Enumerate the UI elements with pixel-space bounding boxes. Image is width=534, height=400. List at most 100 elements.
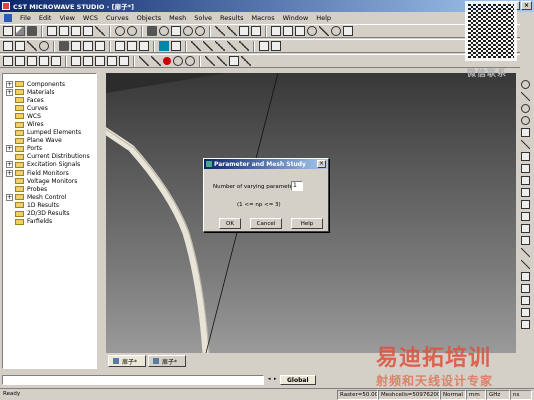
spline-icon[interactable]: [205, 56, 215, 66]
expand-toggle[interactable]: +: [6, 169, 13, 177]
trim-tool-icon[interactable]: [521, 212, 530, 221]
menu-solve[interactable]: Solve: [190, 14, 216, 22]
menu-help[interactable]: Help: [312, 14, 335, 22]
expand-toggle[interactable]: +: [6, 161, 13, 169]
wcs-align-icon[interactable]: [271, 41, 281, 51]
tree-item[interactable]: Faces: [3, 96, 96, 104]
scale-tool-icon[interactable]: [521, 248, 530, 257]
chamfer-tool-icon[interactable]: [521, 308, 530, 317]
split-tool-icon[interactable]: [521, 284, 530, 293]
spline-tool-icon[interactable]: [521, 152, 530, 161]
tree-item[interactable]: + Materials: [3, 88, 96, 96]
expand-toggle[interactable]: +: [6, 145, 13, 153]
cut-icon[interactable]: [59, 26, 69, 36]
brick-icon[interactable]: [147, 26, 157, 36]
align-icon[interactable]: [15, 56, 25, 66]
tree-item[interactable]: Farfields: [3, 218, 96, 226]
rotate-tool-icon[interactable]: [521, 260, 530, 269]
chamfer-icon[interactable]: [51, 56, 61, 66]
tab-3d-view[interactable]: 扉子*: [108, 355, 147, 367]
mirror-tool-icon[interactable]: [521, 236, 530, 245]
tree-item[interactable]: 2D/3D Results: [3, 210, 96, 218]
ok-button[interactable]: OK: [219, 218, 241, 229]
boolean-subtract-icon[interactable]: [251, 26, 261, 36]
frequency-icon[interactable]: [115, 41, 125, 51]
tree-item[interactable]: Wires: [3, 120, 96, 129]
view-top-icon[interactable]: [295, 26, 305, 36]
menu-file[interactable]: File: [16, 14, 35, 22]
join-tool-icon[interactable]: [521, 272, 530, 281]
fillet-tool-icon[interactable]: [521, 296, 530, 305]
anchor-icon[interactable]: [241, 56, 251, 66]
wire-icon[interactable]: [3, 41, 13, 51]
polygon-tool-icon[interactable]: [521, 140, 530, 149]
symmetry-icon[interactable]: [95, 41, 105, 51]
tree-item[interactable]: Plane Wave: [3, 137, 96, 145]
zoom-icon[interactable]: [331, 26, 341, 36]
solver-params-icon[interactable]: [171, 41, 181, 51]
varying-parameters-input[interactable]: 1: [291, 181, 303, 191]
draw-line-icon[interactable]: [139, 56, 149, 66]
paste-icon[interactable]: [83, 26, 93, 36]
line-icon[interactable]: [27, 41, 37, 51]
menu-results[interactable]: Results: [216, 14, 247, 22]
cancel-button[interactable]: Cancel: [250, 218, 282, 229]
tree-item[interactable]: Curves: [3, 104, 96, 112]
help-button[interactable]: Help: [291, 218, 323, 229]
tree-item[interactable]: + Field Monitors: [3, 169, 96, 177]
view-side-icon[interactable]: [283, 26, 293, 36]
mesh-view-icon[interactable]: [127, 41, 137, 51]
close-button[interactable]: ×: [521, 1, 532, 10]
pick-center-icon[interactable]: [227, 41, 237, 51]
boolean-add-icon[interactable]: [239, 26, 249, 36]
tree-item[interactable]: + Excitation Signals: [3, 161, 96, 169]
expand-toggle[interactable]: +: [6, 88, 13, 96]
save-icon[interactable]: [27, 26, 37, 36]
command-input[interactable]: [2, 375, 264, 385]
cylinder-icon[interactable]: [171, 26, 181, 36]
new-file-icon[interactable]: [3, 26, 13, 36]
rotate-view-icon[interactable]: [307, 26, 317, 36]
cone-icon[interactable]: [183, 26, 193, 36]
imprint-icon[interactable]: [119, 56, 129, 66]
section-icon[interactable]: [83, 56, 93, 66]
menu-macros[interactable]: Macros: [248, 14, 279, 22]
curve-icon[interactable]: [15, 41, 25, 51]
pick-edge-icon[interactable]: [203, 41, 213, 51]
zoom-fit-icon[interactable]: [343, 26, 353, 36]
trace-icon[interactable]: [217, 56, 227, 66]
menu-window[interactable]: Window: [279, 14, 313, 22]
rect-tool-icon[interactable]: [521, 128, 530, 137]
pan-icon[interactable]: [319, 26, 329, 36]
loft-icon[interactable]: [71, 56, 81, 66]
solver-start-icon[interactable]: [159, 41, 169, 51]
expand-toggle[interactable]: +: [6, 80, 13, 88]
expand-toggle[interactable]: +: [6, 193, 13, 201]
rotate-icon[interactable]: [227, 26, 237, 36]
copy-tool-icon[interactable]: [521, 224, 530, 233]
menu-view[interactable]: View: [55, 14, 78, 22]
clear-picks-icon[interactable]: [239, 41, 249, 51]
circle-icon[interactable]: [173, 56, 183, 66]
menu-edit[interactable]: Edit: [35, 14, 56, 22]
tree-item[interactable]: Current Distributions: [3, 153, 96, 161]
dialog-close-button[interactable]: ×: [317, 160, 326, 168]
pick-face-icon[interactable]: [215, 41, 225, 51]
document-icon[interactable]: [4, 13, 12, 22]
red-circle-icon[interactable]: [163, 57, 171, 65]
tab-global[interactable]: Global: [280, 375, 316, 385]
project-tool-icon[interactable]: [521, 320, 530, 329]
tree-item[interactable]: + Ports: [3, 145, 96, 153]
tree-item[interactable]: + Components: [3, 80, 96, 88]
extrude-tool-icon[interactable]: [521, 176, 530, 185]
print-icon[interactable]: [47, 26, 57, 36]
boundary-icon[interactable]: [83, 41, 93, 51]
ellipse-icon[interactable]: [185, 56, 195, 66]
undo-icon[interactable]: [115, 26, 125, 36]
redo-icon[interactable]: [127, 26, 137, 36]
tree-item[interactable]: Lumped Elements: [3, 129, 96, 137]
insert-icon[interactable]: [107, 56, 117, 66]
tree-item[interactable]: WCS: [3, 112, 96, 120]
delete-icon[interactable]: [95, 26, 105, 36]
tree-item[interactable]: + Mesh Control: [3, 193, 96, 201]
